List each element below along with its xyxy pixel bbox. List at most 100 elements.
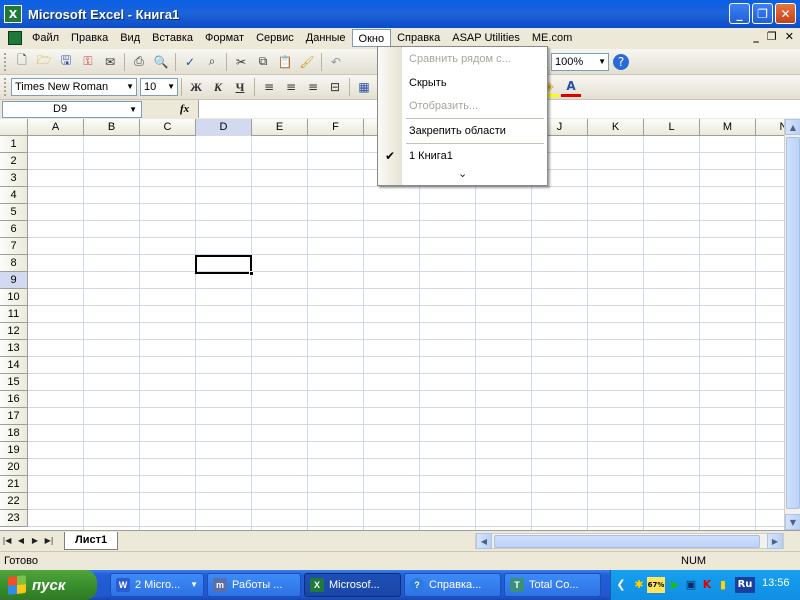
row-header[interactable]: 16 [0,391,28,408]
signal-icon[interactable]: ▮ [715,577,731,593]
scroll-right-icon[interactable]: ▶ [767,533,783,549]
research-icon[interactable]: ⌕ [202,52,222,72]
currency-icon[interactable]: ▦ [354,77,374,97]
row-header[interactable]: 5 [0,204,28,221]
clock[interactable]: 13:56 [762,577,790,589]
menu-asap-utilities[interactable]: ASAP Utilities [446,29,526,47]
doc-close-button[interactable]: ✕ [785,30,794,43]
antivirus-icon[interactable]: K [699,577,715,593]
menu-freeze-panes[interactable]: Закрепить области [378,121,547,141]
menu-insert[interactable]: Вставка [146,29,199,47]
scroll-up-icon[interactable]: ▲ [785,119,800,135]
align-center-icon[interactable]: ≡ [281,77,301,97]
format-painter-icon[interactable]: 🖌 [297,52,317,72]
row-header[interactable]: 11 [0,306,28,323]
menu-data[interactable]: Данные [300,29,352,47]
align-left-icon[interactable]: ≡ [259,77,279,97]
font-color-icon[interactable]: A [561,77,581,97]
permission-icon[interactable]: ⚿ [78,52,98,72]
expand-menu-icon[interactable]: ⌄ [458,167,467,180]
merge-center-icon[interactable]: ⊟ [325,77,345,97]
row-header[interactable]: 15 [0,374,28,391]
column-header[interactable]: K [588,119,644,136]
save-icon[interactable]: 🖫 [56,52,76,72]
row-header[interactable]: 20 [0,459,28,476]
doc-minimize-button[interactable]: _ [753,30,759,43]
taskbar-works[interactable]: m Работы ... [207,573,301,597]
row-header[interactable]: 12 [0,323,28,340]
row-header[interactable]: 19 [0,442,28,459]
horizontal-scroll-thumb[interactable] [494,535,760,548]
last-sheet-icon[interactable]: ▶| [42,536,56,545]
taskbar-excel[interactable]: X Microsof... [304,573,401,597]
menu-view[interactable]: Вид [114,29,146,47]
menu-file[interactable]: Файл [26,29,65,47]
spelling-icon[interactable]: ✓ [180,52,200,72]
undo-icon[interactable]: ↶ [326,52,346,72]
row-header[interactable]: 1 [0,136,28,153]
horizontal-scrollbar[interactable]: ◀ ▶ [475,533,784,549]
row-header[interactable]: 21 [0,476,28,493]
select-all-corner[interactable] [0,119,28,136]
tray-cat-icon[interactable]: ✱ [631,577,647,593]
font-name-select[interactable]: Times New Roman ▼ [11,78,137,96]
next-sheet-icon[interactable]: ▶ [28,536,42,545]
column-header[interactable]: L [644,119,700,136]
name-box[interactable]: D9 ▼ [2,100,142,118]
print-preview-icon[interactable]: 🔍 [151,52,171,72]
toolbar-grip[interactable] [4,78,7,96]
menu-compare-side-by-side[interactable]: Сравнить рядом с... [378,49,547,69]
row-header[interactable]: 3 [0,170,28,187]
menu-edit[interactable]: Правка [65,29,114,47]
menu-unhide[interactable]: Отобразить... [378,96,547,116]
battery-icon[interactable]: 67% [647,577,665,593]
column-header[interactable]: N [756,119,784,136]
email-icon[interactable]: ✉ [100,52,120,72]
language-indicator[interactable]: Ru [735,577,755,593]
align-right-icon[interactable]: ≡ [303,77,323,97]
print-icon[interactable]: ⎙ [129,52,149,72]
column-header[interactable]: D [196,119,252,136]
restore-button[interactable]: ❐ [752,3,773,24]
menu-me-com[interactable]: ME.com [526,29,578,47]
toolbar-grip[interactable] [4,52,7,71]
column-header[interactable]: E [252,119,308,136]
scroll-left-icon[interactable]: ◀ [476,533,492,549]
taskbar-word[interactable]: W 2 Micro... ▼ [110,573,204,597]
vertical-scroll-thumb[interactable] [786,137,800,509]
help-icon[interactable]: ? [613,53,629,70]
copy-icon[interactable]: ⧉ [253,52,273,72]
column-header[interactable]: F [308,119,364,136]
minimize-button[interactable]: _ [729,3,750,24]
menu-help[interactable]: Справка [391,29,446,47]
start-button[interactable]: пуск [0,570,97,600]
fill-handle[interactable] [249,271,254,276]
row-header[interactable]: 23 [0,510,28,527]
row-header[interactable]: 18 [0,425,28,442]
menu-hide[interactable]: Скрыть [378,73,547,93]
tray-expand-icon[interactable]: ❮ [613,577,629,593]
zoom-select[interactable]: 100% ▼ [551,52,609,71]
bold-button[interactable]: Ж [186,77,206,97]
menu-workbook-1[interactable]: 1 Книга1 [378,146,547,166]
scroll-down-icon[interactable]: ▼ [785,514,800,530]
menu-tools[interactable]: Сервис [250,29,300,47]
underline-button[interactable]: Ч [230,77,250,97]
prev-sheet-icon[interactable]: ◀ [14,536,28,545]
column-header[interactable]: C [140,119,196,136]
insert-function-icon[interactable]: fx [180,103,189,115]
row-header[interactable]: 7 [0,238,28,255]
play-icon[interactable]: ▶ [667,577,683,593]
column-header[interactable]: A [28,119,84,136]
italic-button[interactable]: К [208,77,228,97]
sheet-tab[interactable]: Лист1 [64,531,119,550]
doc-restore-button[interactable]: ❐ [767,30,777,43]
font-size-select[interactable]: 10 ▼ [140,78,178,96]
menu-window[interactable]: Окно [351,29,392,47]
row-header[interactable]: 13 [0,340,28,357]
workbook-icon[interactable] [8,31,22,45]
taskbar-help[interactable]: ? Справка... [404,573,501,597]
menu-format[interactable]: Формат [199,29,250,47]
taskbar-total-commander[interactable]: T Total Co... [504,573,601,597]
row-header[interactable]: 8 [0,255,28,272]
